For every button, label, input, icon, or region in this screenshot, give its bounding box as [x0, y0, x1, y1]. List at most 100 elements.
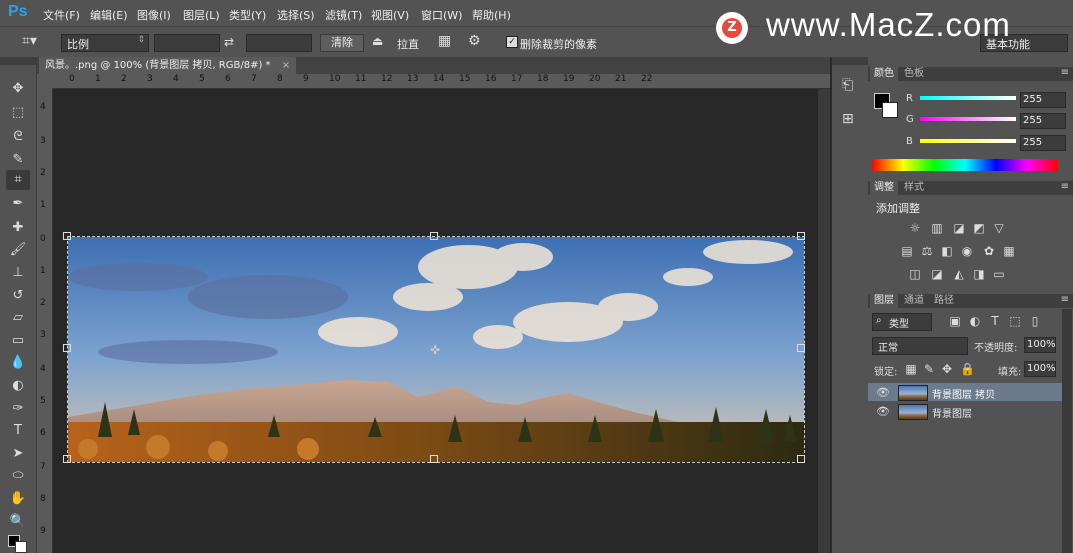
threshold-icon[interactable]: ◭ — [952, 267, 966, 281]
dodge-tool-icon[interactable]: ◐ — [6, 376, 30, 396]
fill-value[interactable]: 100% — [1024, 361, 1056, 377]
swap-icon[interactable]: ⇄ — [224, 35, 234, 49]
layer-name[interactable]: 背景图层 拷贝 — [932, 386, 995, 401]
tab-channels[interactable]: 通道 — [900, 294, 928, 308]
vibrance-icon[interactable]: ▽ — [992, 221, 1006, 235]
properties-panel-icon[interactable]: ⊞ — [842, 111, 854, 127]
path-select-tool-icon[interactable]: ➤ — [6, 444, 30, 464]
delete-cropped-checkbox[interactable]: ✓ — [506, 36, 518, 48]
close-icon[interactable]: × — [282, 60, 290, 71]
crop-handle-top-right[interactable] — [797, 232, 805, 240]
crop-handle-bottom-right[interactable] — [797, 455, 805, 463]
layer-name[interactable]: 背景图层 — [932, 405, 972, 420]
red-value[interactable]: 255 — [1020, 92, 1066, 108]
marquee-tool-icon[interactable]: ⬚ — [6, 103, 30, 123]
grid-overlay-icon[interactable]: ▦ — [438, 33, 451, 49]
vertical-ruler[interactable]: 4 3 2 1 0 1 2 3 4 5 6 7 8 9 — [37, 88, 53, 553]
crop-handle-top-left[interactable] — [63, 232, 71, 240]
eyedropper-tool-icon[interactable]: ✒ — [6, 194, 30, 214]
eye-icon[interactable]: 👁 — [876, 405, 890, 418]
tab-color[interactable]: 颜色 — [870, 67, 898, 81]
toolbar-collapse-bar[interactable] — [0, 57, 36, 65]
brightness-icon[interactable]: ☼ — [908, 221, 922, 235]
clear-button[interactable]: 清除 — [320, 34, 364, 52]
color-spectrum-bar[interactable] — [872, 159, 1058, 171]
crop-handle-bottom[interactable] — [430, 455, 438, 463]
gear-icon[interactable]: ⚙ — [468, 33, 481, 49]
shape-tool-icon[interactable]: ⬭ — [6, 466, 30, 486]
ratio-select[interactable]: 比例 ⇕ — [61, 34, 149, 52]
opacity-value[interactable]: 100% — [1024, 337, 1056, 353]
green-slider[interactable] — [920, 117, 1016, 121]
menu-help[interactable]: 帮助(H) — [472, 7, 511, 23]
color-balance-icon[interactable]: ⚖ — [920, 244, 934, 258]
eraser-tool-icon[interactable]: ▱ — [6, 308, 30, 328]
filter-adjustment-icon[interactable]: ◐ — [968, 314, 982, 328]
blur-tool-icon[interactable]: 💧 — [6, 353, 30, 373]
straighten-icon[interactable]: ⏏ — [372, 34, 383, 48]
panel-menu-icon[interactable]: ≡ — [1061, 181, 1069, 192]
menu-layer[interactable]: 图层(L) — [183, 7, 220, 23]
lock-transparency-icon[interactable]: ▦ — [904, 362, 918, 376]
quick-select-tool-icon[interactable]: ✎ — [6, 150, 30, 170]
lock-pixels-icon[interactable]: ✎ — [922, 362, 936, 376]
healing-brush-tool-icon[interactable]: ✚ — [6, 218, 30, 238]
menu-edit[interactable]: 编辑(E) — [90, 7, 128, 23]
crop-tool-icon[interactable]: ⌗▾ — [22, 33, 37, 49]
selective-color-icon[interactable]: ◨ — [972, 267, 986, 281]
tab-adjustments[interactable]: 调整 — [870, 181, 898, 195]
panel-menu-icon[interactable]: ≡ — [1061, 294, 1069, 305]
crop-handle-top[interactable] — [430, 232, 438, 240]
blue-slider[interactable] — [920, 139, 1016, 143]
crop-handle-right[interactable] — [797, 344, 805, 352]
history-brush-tool-icon[interactable]: ↺ — [6, 286, 30, 306]
vertical-scrollbar[interactable] — [818, 89, 830, 553]
canvas-image[interactable]: ✜ — [67, 236, 805, 463]
horizontal-ruler[interactable]: 0 1 2 3 4 5 6 7 8 9 10 11 12 13 14 15 16… — [53, 74, 830, 89]
curves-icon[interactable]: ◪ — [952, 221, 966, 235]
menu-select[interactable]: 选择(S) — [277, 7, 315, 23]
hand-tool-icon[interactable]: ✋ — [6, 489, 30, 509]
levels-icon[interactable]: ▥ — [930, 221, 944, 235]
menu-file[interactable]: 文件(F) — [43, 7, 80, 23]
lock-all-icon[interactable]: 🔒 — [960, 362, 975, 376]
background-color-swatch[interactable] — [882, 102, 898, 118]
green-value[interactable]: 255 — [1020, 113, 1066, 129]
exposure-icon[interactable]: ◩ — [972, 221, 986, 235]
tab-layers[interactable]: 图层 — [870, 294, 898, 308]
layers-scrollbar[interactable] — [1062, 309, 1072, 553]
zoom-tool-icon[interactable]: 🔍 — [6, 512, 30, 532]
menu-type[interactable]: 类型(Y) — [229, 7, 266, 23]
filter-type-icon[interactable]: T — [988, 314, 1002, 328]
crop-handle-left[interactable] — [63, 344, 71, 352]
panel-menu-icon[interactable]: ≡ — [1061, 67, 1069, 78]
menu-filter[interactable]: 滤镜(T) — [325, 7, 362, 23]
background-color-swatch[interactable] — [15, 541, 27, 553]
blend-mode-select[interactable]: 正常 — [872, 337, 968, 355]
red-slider[interactable] — [920, 96, 1016, 100]
color-lookup-icon[interactable]: ▦ — [1002, 244, 1016, 258]
photo-filter-icon[interactable]: ◉ — [960, 244, 974, 258]
menu-view[interactable]: 视图(V) — [371, 7, 409, 23]
history-panel-icon[interactable]: ⎗ — [842, 77, 853, 93]
gradient-map-icon[interactable]: ▭ — [992, 267, 1006, 281]
lasso-tool-icon[interactable]: ᘓ — [6, 127, 30, 147]
blue-value[interactable]: 255 — [1020, 135, 1066, 151]
pen-tool-icon[interactable]: ✑ — [6, 399, 30, 419]
layer-row-selected[interactable]: 👁 背景图层 拷贝 — [868, 383, 1062, 401]
tab-styles[interactable]: 样式 — [900, 181, 928, 195]
straighten-label[interactable]: 拉直 — [397, 36, 419, 52]
layer-row[interactable]: 👁 背景图层 — [868, 402, 1062, 420]
channel-mixer-icon[interactable]: ✿ — [982, 244, 996, 258]
hue-saturation-icon[interactable]: ▤ — [900, 244, 914, 258]
eye-icon[interactable]: 👁 — [876, 386, 890, 399]
menu-image[interactable]: 图像(I) — [137, 7, 171, 23]
filter-smart-icon[interactable]: ▯ — [1028, 314, 1042, 328]
brush-tool-icon[interactable]: 🖌 — [6, 240, 30, 260]
menu-window[interactable]: 窗口(W) — [421, 7, 462, 23]
gradient-tool-icon[interactable]: ▭ — [6, 331, 30, 351]
move-tool-icon[interactable]: ✥ — [6, 79, 30, 99]
type-tool-icon[interactable]: T — [6, 421, 30, 441]
crop-tool-icon[interactable]: ⌗ — [6, 170, 30, 190]
ratio-width-field[interactable] — [154, 34, 220, 52]
